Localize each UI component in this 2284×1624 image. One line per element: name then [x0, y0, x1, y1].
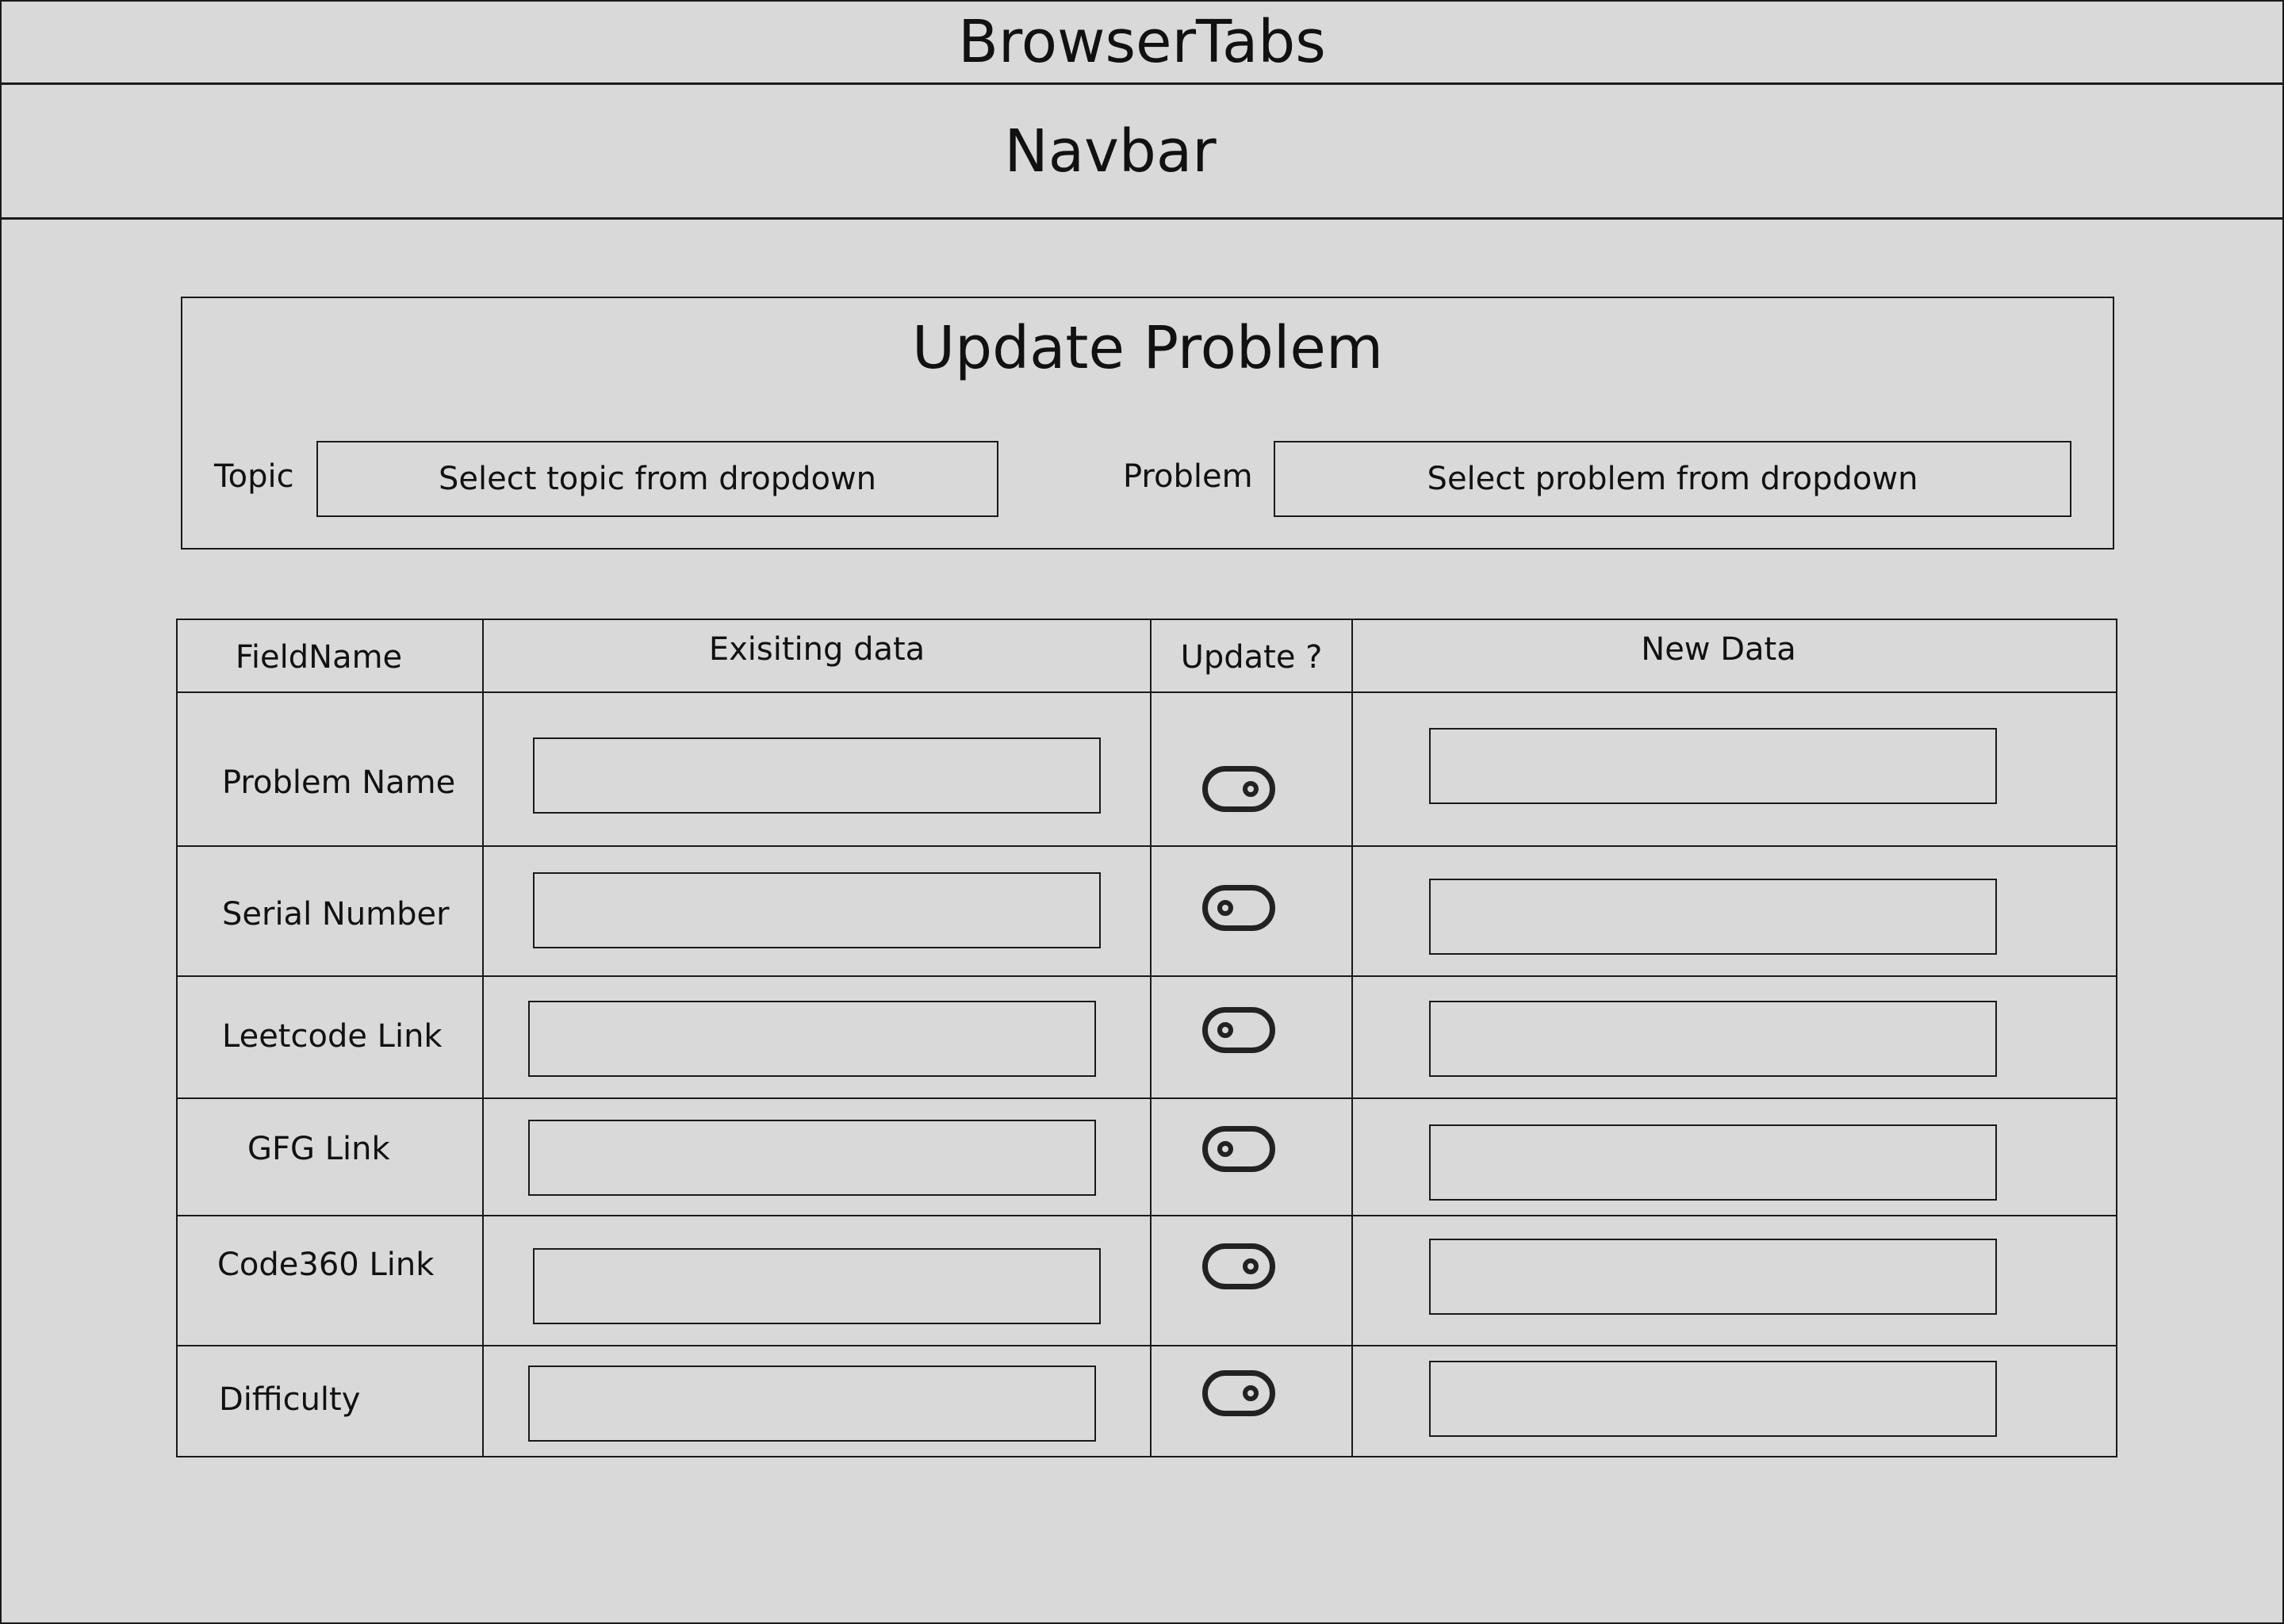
row-label-code360-link: Code360 Link — [217, 1247, 435, 1283]
existing-serial-number-field[interactable] — [533, 872, 1101, 948]
header-cell-update: Update ? — [1152, 620, 1353, 691]
update-leetcode-link-toggle[interactable] — [1202, 1007, 1275, 1053]
field-name-cell: Problem Name — [178, 693, 484, 845]
table-row: Difficulty — [178, 1346, 2116, 1456]
update-difficulty-toggle[interactable] — [1202, 1370, 1275, 1416]
row-label-gfg-link: GFG Link — [247, 1131, 390, 1167]
topic-dropdown[interactable]: Select topic from dropdown — [316, 441, 998, 517]
navbar[interactable]: Navbar — [2, 85, 2282, 220]
table-row: Code360 Link — [178, 1216, 2116, 1346]
existing-gfg-link-field[interactable] — [528, 1120, 1096, 1196]
existing-problem-name-field[interactable] — [533, 737, 1101, 814]
table-row: Problem Name — [178, 693, 2116, 847]
update-cell — [1152, 847, 1353, 975]
update-cell — [1152, 1216, 1353, 1345]
problem-dropdown-placeholder: Select problem from dropdown — [1427, 461, 1918, 497]
table-row: GFG Link — [178, 1099, 2116, 1216]
field-name-cell: Code360 Link — [178, 1216, 484, 1345]
existing-difficulty-field[interactable] — [528, 1365, 1096, 1442]
new-data-cell — [1353, 1346, 2116, 1456]
update-gfg-link-toggle[interactable] — [1202, 1126, 1275, 1172]
header-cell-existing-data: Exisiting data — [484, 620, 1152, 691]
field-name-cell: Difficulty — [178, 1346, 484, 1456]
table-row: Serial Number — [178, 847, 2116, 977]
toggle-knob — [1217, 1022, 1233, 1038]
update-cell — [1152, 1346, 1353, 1456]
new-data-cell — [1353, 847, 2116, 975]
toggle-knob — [1217, 900, 1233, 916]
toggle-knob — [1217, 1141, 1233, 1157]
update-cell — [1152, 1099, 1353, 1215]
new-data-cell — [1353, 1099, 2116, 1215]
new-data-cell — [1353, 693, 2116, 845]
toggle-knob — [1243, 781, 1259, 797]
new-data-cell — [1353, 1216, 2116, 1345]
row-label-leetcode-link: Leetcode Link — [222, 1018, 443, 1055]
new-difficulty-field[interactable] — [1429, 1361, 1997, 1437]
browser-tabs[interactable]: BrowserTabs — [2, 2, 2282, 85]
row-label-serial-number: Serial Number — [222, 896, 450, 933]
table-header-row: FieldName Exisiting data Update ? New Da… — [178, 620, 2116, 693]
new-data-cell — [1353, 977, 2116, 1097]
existing-data-cell — [484, 847, 1152, 975]
app-frame: BrowserTabs Navbar Update Problem Topic … — [0, 0, 2284, 1624]
existing-code360-link-field[interactable] — [533, 1248, 1101, 1324]
toggle-knob — [1243, 1385, 1259, 1401]
new-leetcode-link-field[interactable] — [1429, 1001, 1997, 1077]
new-serial-number-field[interactable] — [1429, 879, 1997, 955]
header-cell-new-data: New Data — [1353, 620, 2116, 691]
row-label-difficulty: Difficulty — [219, 1381, 361, 1418]
navbar-label: Navbar — [1004, 117, 1217, 186]
header-new-data: New Data — [1641, 631, 1796, 668]
field-name-cell: Leetcode Link — [178, 977, 484, 1097]
header-update: Update ? — [1180, 639, 1323, 676]
browser-tabs-label: BrowserTabs — [958, 8, 1326, 76]
existing-data-cell — [484, 977, 1152, 1097]
topic-label: Topic — [214, 458, 294, 495]
update-cell — [1152, 977, 1353, 1097]
row-label-problem-name: Problem Name — [222, 764, 456, 801]
existing-leetcode-link-field[interactable] — [528, 1001, 1096, 1077]
problem-label: Problem — [1123, 458, 1253, 495]
update-problem-panel: Update Problem Topic Select topic from d… — [181, 297, 2114, 550]
topic-dropdown-placeholder: Select topic from dropdown — [438, 461, 877, 497]
page-title: Update Problem — [911, 314, 1384, 382]
update-cell — [1152, 693, 1353, 845]
field-name-cell: Serial Number — [178, 847, 484, 975]
update-code360-link-toggle[interactable] — [1202, 1243, 1275, 1289]
new-code360-link-field[interactable] — [1429, 1239, 1997, 1315]
update-serial-number-toggle[interactable] — [1202, 885, 1275, 931]
header-cell-field-name: FieldName — [178, 620, 484, 691]
new-problem-name-field[interactable] — [1429, 728, 1997, 804]
table-row: Leetcode Link — [178, 977, 2116, 1099]
problem-dropdown[interactable]: Select problem from dropdown — [1274, 441, 2071, 517]
new-gfg-link-field[interactable] — [1429, 1124, 1997, 1201]
update-problem-name-toggle[interactable] — [1202, 766, 1275, 812]
problem-fields-table: FieldName Exisiting data Update ? New Da… — [176, 619, 2117, 1457]
toggle-knob — [1243, 1258, 1259, 1274]
existing-data-cell — [484, 1346, 1152, 1456]
header-field-name: FieldName — [235, 639, 403, 676]
header-existing-data: Exisiting data — [708, 631, 925, 668]
existing-data-cell — [484, 693, 1152, 845]
field-name-cell: GFG Link — [178, 1099, 484, 1215]
existing-data-cell — [484, 1099, 1152, 1215]
existing-data-cell — [484, 1216, 1152, 1345]
